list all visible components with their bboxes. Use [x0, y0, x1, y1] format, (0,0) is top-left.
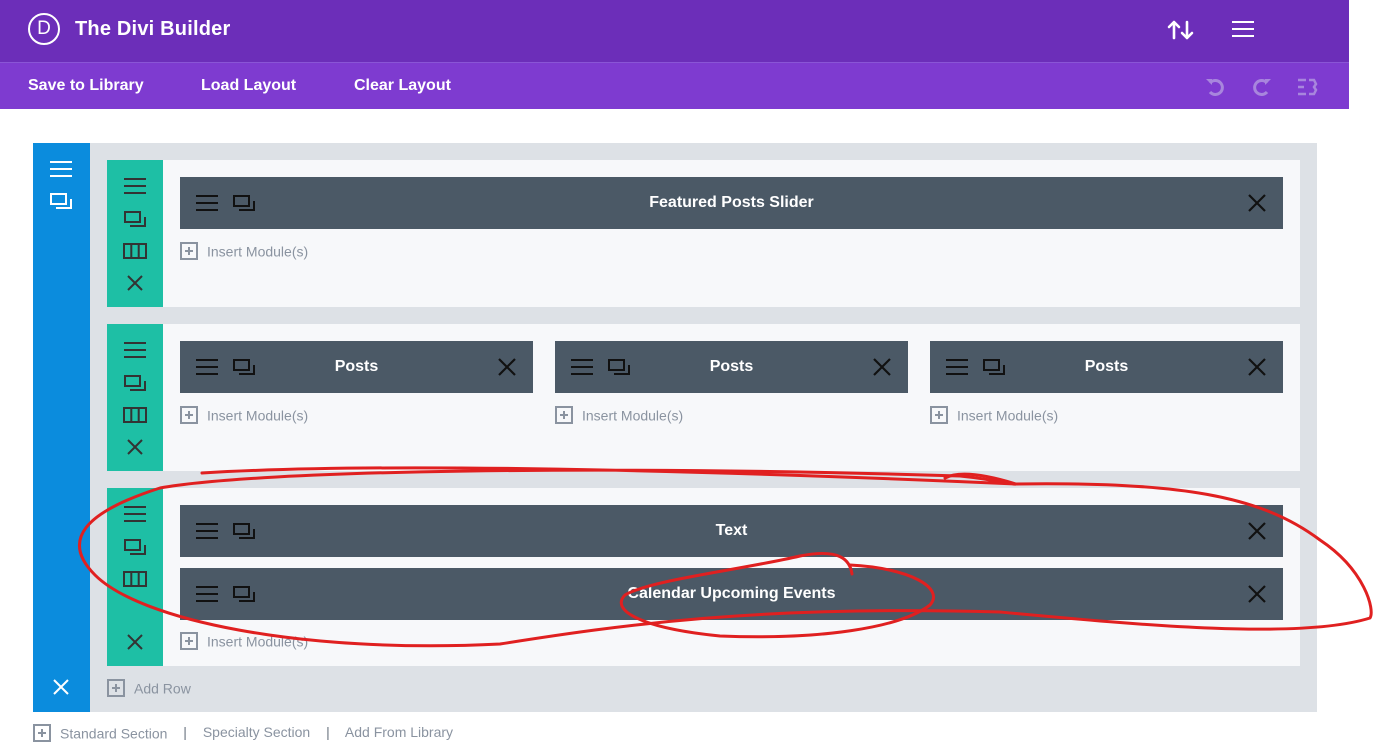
undo-icon[interactable]: [1204, 75, 1228, 99]
row-move-icon[interactable]: [124, 506, 146, 522]
plus-icon: [180, 242, 198, 261]
plus-icon: [180, 632, 198, 651]
main-menu-icon[interactable]: [1232, 21, 1254, 37]
plus-icon: [555, 406, 573, 425]
module-close-icon[interactable]: [872, 357, 892, 377]
plus-icon: [33, 724, 51, 743]
row-duplicate-icon[interactable]: [123, 538, 147, 556]
standard-section-button[interactable]: Standard Section: [33, 724, 167, 743]
row-duplicate-icon[interactable]: [123, 374, 147, 392]
row-delete-icon[interactable]: [126, 633, 144, 651]
divi-logo: D: [28, 13, 60, 45]
module-text[interactable]: Text: [180, 505, 1283, 557]
plus-icon: [107, 679, 125, 698]
insert-module-button[interactable]: Insert Module(s): [180, 632, 308, 651]
module-title: Featured Posts Slider: [649, 194, 814, 211]
clear-layout-button[interactable]: Clear Layout: [354, 77, 451, 95]
module-close-icon[interactable]: [1247, 521, 1267, 541]
module-close-icon[interactable]: [1247, 357, 1267, 377]
module-close-icon[interactable]: [497, 357, 517, 377]
redo-icon[interactable]: [1249, 75, 1273, 99]
module-posts-3[interactable]: Posts: [930, 341, 1283, 393]
load-layout-button[interactable]: Load Layout: [201, 77, 296, 95]
module-title: Posts: [709, 358, 754, 375]
insert-module-button[interactable]: Insert Module(s): [180, 242, 308, 261]
add-row-button[interactable]: Add Row: [107, 679, 191, 698]
row-delete-icon[interactable]: [126, 438, 144, 456]
module-featured-posts-slider[interactable]: Featured Posts Slider: [180, 177, 1283, 229]
add-from-library-button[interactable]: Add From Library: [345, 724, 453, 740]
plus-icon: [930, 406, 948, 425]
row-columns-icon[interactable]: [123, 571, 147, 587]
section-duplicate-icon[interactable]: [49, 192, 73, 210]
module-posts-2[interactable]: Posts: [555, 341, 908, 393]
module-close-icon[interactable]: [1247, 193, 1267, 213]
row-1-controls: [107, 160, 163, 307]
row-2-controls: [107, 324, 163, 471]
sort-arrows-icon[interactable]: [1166, 17, 1196, 43]
module-posts-1[interactable]: Posts: [180, 341, 533, 393]
insert-module-button[interactable]: Insert Module(s): [555, 406, 683, 425]
separator: |: [326, 724, 330, 740]
module-title: Text: [715, 522, 748, 539]
save-to-library-button[interactable]: Save to Library: [28, 77, 144, 95]
add-section-links: Standard Section | Specialty Section | A…: [33, 724, 453, 743]
module-close-icon[interactable]: [1247, 584, 1267, 604]
row-columns-icon[interactable]: [123, 407, 147, 423]
insert-module-button[interactable]: Insert Module(s): [930, 406, 1058, 425]
section-delete-icon[interactable]: [52, 678, 70, 696]
section-move-icon[interactable]: [50, 161, 72, 177]
insert-module-button[interactable]: Insert Module(s): [180, 406, 308, 425]
module-title: Calendar Upcoming Events: [627, 585, 836, 602]
row-3-controls: [107, 488, 163, 666]
plus-icon: [180, 406, 198, 425]
builder-title: The Divi Builder: [75, 18, 231, 40]
specialty-section-button[interactable]: Specialty Section: [203, 724, 310, 740]
row-move-icon[interactable]: [124, 342, 146, 358]
module-title: Posts: [334, 358, 379, 375]
builder-toolbar: Save to Library Load Layout Clear Layout: [0, 62, 1349, 109]
section-controls: [33, 143, 90, 712]
row-duplicate-icon[interactable]: [123, 210, 147, 228]
module-calendar-upcoming-events[interactable]: Calendar Upcoming Events: [180, 568, 1283, 620]
builder-header: D The Divi Builder: [0, 0, 1349, 62]
separator: |: [183, 724, 187, 740]
row-delete-icon[interactable]: [126, 274, 144, 292]
row-move-icon[interactable]: [124, 178, 146, 194]
history-icon[interactable]: [1295, 75, 1319, 99]
module-title: Posts: [1084, 358, 1129, 375]
row-columns-icon[interactable]: [123, 243, 147, 259]
